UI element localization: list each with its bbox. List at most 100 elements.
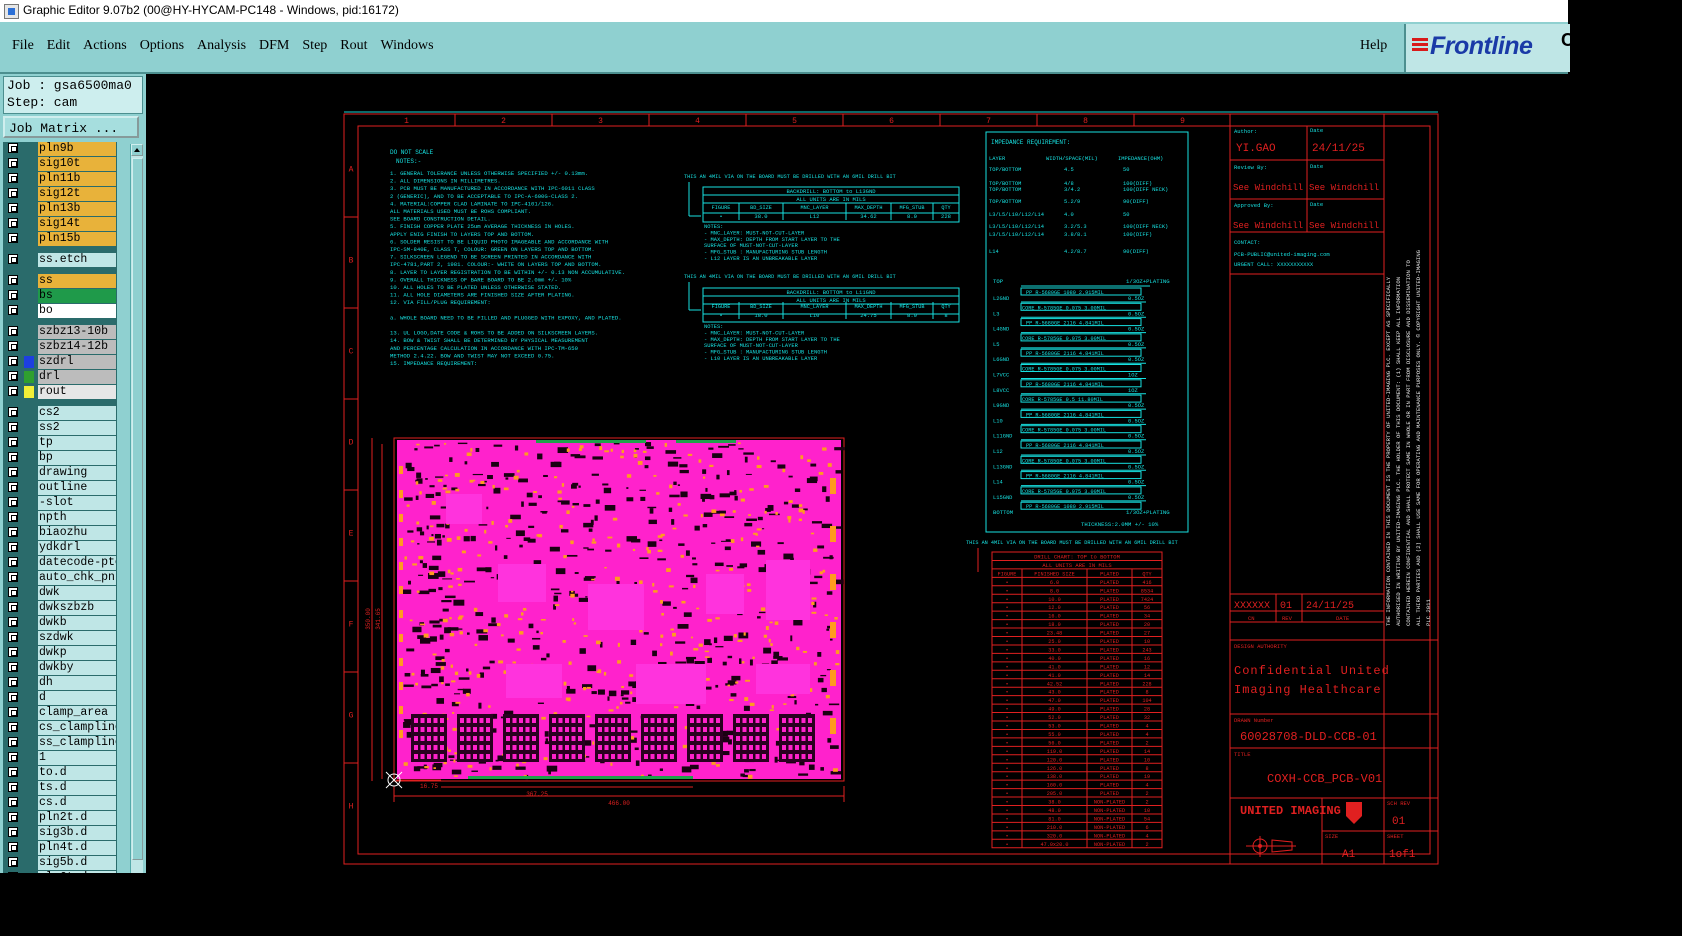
- layer-name[interactable]: -slot: [38, 496, 116, 510]
- layer-row[interactable]: to.d: [3, 766, 117, 780]
- layer-name[interactable]: to.d: [38, 766, 116, 780]
- layer-row[interactable]: sig10t: [3, 157, 117, 171]
- layer-row[interactable]: pln15b: [3, 232, 117, 246]
- layer-checkbox[interactable]: [8, 542, 18, 552]
- job-matrix-button[interactable]: Job Matrix ...: [3, 116, 139, 138]
- layer-name[interactable]: bp: [38, 451, 116, 465]
- layer-checkbox[interactable]: [8, 452, 18, 462]
- layer-name[interactable]: ss2: [38, 421, 116, 435]
- layer-name[interactable]: bo: [38, 304, 116, 318]
- layer-checkbox[interactable]: [8, 527, 18, 537]
- layer-row[interactable]: biaozhu: [3, 526, 117, 540]
- layer-row[interactable]: rout: [3, 385, 117, 399]
- layer-row[interactable]: ydkdrl: [3, 541, 117, 555]
- layer-name[interactable]: pln6t.d: [38, 871, 116, 873]
- layer-name[interactable]: szbz13-10b: [38, 325, 116, 339]
- layer-row[interactable]: pln11b: [3, 172, 117, 186]
- graphic-canvas[interactable]: 123456789 ABCDEFGH DO NOT SCALE NOTES:- …: [146, 74, 1568, 873]
- layer-name[interactable]: pln15b: [38, 232, 116, 246]
- layer-checkbox[interactable]: [8, 602, 18, 612]
- layer-name[interactable]: datecode-ptc: [38, 556, 116, 570]
- layer-name[interactable]: szdrl: [38, 355, 116, 369]
- layer-checkbox[interactable]: [8, 647, 18, 657]
- layer-name[interactable]: rout: [38, 385, 116, 399]
- layer-row[interactable]: bs: [3, 289, 117, 303]
- layer-checkbox[interactable]: [8, 482, 18, 492]
- layer-row[interactable]: pln4t.d: [3, 841, 117, 855]
- layer-checkbox[interactable]: [8, 275, 18, 285]
- layer-checkbox[interactable]: [8, 512, 18, 522]
- layer-checkbox[interactable]: [8, 290, 18, 300]
- layer-name[interactable]: drawing: [38, 466, 116, 480]
- layer-name[interactable]: pln2t.d: [38, 811, 116, 825]
- layer-row[interactable]: ss2: [3, 421, 117, 435]
- layer-row[interactable]: pln6t.d: [3, 871, 117, 873]
- window-title-bar[interactable]: Graphic Editor 9.07b2 (00@HY-HYCAM-PC148…: [0, 0, 1568, 23]
- layer-row[interactable]: ss_clampline: [3, 736, 117, 750]
- layer-checkbox[interactable]: [8, 497, 18, 507]
- layer-checkbox[interactable]: [8, 203, 18, 213]
- layer-row[interactable]: dwkszbzb: [3, 601, 117, 615]
- layer-row[interactable]: sig14t: [3, 217, 117, 231]
- layer-row[interactable]: npth: [3, 511, 117, 525]
- layer-checkbox[interactable]: [8, 356, 18, 366]
- layer-row[interactable]: sig5b.d: [3, 856, 117, 870]
- layer-row[interactable]: dwkby: [3, 661, 117, 675]
- layer-row[interactable]: drawing: [3, 466, 117, 480]
- layer-row[interactable]: tp: [3, 436, 117, 450]
- menu-windows[interactable]: Windows: [381, 38, 434, 54]
- layer-row[interactable]: cs2: [3, 406, 117, 420]
- layer-checkbox[interactable]: [8, 158, 18, 168]
- layer-name[interactable]: dwk: [38, 586, 116, 600]
- layer-checkbox[interactable]: [8, 662, 18, 672]
- layer-name[interactable]: sig14t: [38, 217, 116, 231]
- layer-row[interactable]: szdrl: [3, 355, 117, 369]
- layer-name[interactable]: dwkp: [38, 646, 116, 660]
- menu-file[interactable]: File: [12, 38, 34, 54]
- layer-row[interactable]: dwk: [3, 586, 117, 600]
- layer-name[interactable]: clamp_area: [38, 706, 116, 720]
- layer-name[interactable]: tp: [38, 436, 116, 450]
- layer-checkbox[interactable]: [8, 752, 18, 762]
- layer-checkbox[interactable]: [8, 407, 18, 417]
- layer-checkbox[interactable]: [8, 422, 18, 432]
- layer-name[interactable]: dwkb: [38, 616, 116, 630]
- layer-row[interactable]: dwkp: [3, 646, 117, 660]
- layer-name[interactable]: dwkby: [38, 661, 116, 675]
- menu-actions[interactable]: Actions: [83, 38, 127, 54]
- layer-checkbox[interactable]: [8, 692, 18, 702]
- layer-checkbox[interactable]: [8, 386, 18, 396]
- layer-name[interactable]: szbz14-12b: [38, 340, 116, 354]
- layer-name[interactable]: cs2: [38, 406, 116, 420]
- layer-checkbox[interactable]: [8, 632, 18, 642]
- layer-checkbox[interactable]: [8, 827, 18, 837]
- layer-row[interactable]: datecode-ptc: [3, 556, 117, 570]
- menu-options[interactable]: Options: [140, 38, 184, 54]
- layer-row[interactable]: pln2t.d: [3, 811, 117, 825]
- menu-rout[interactable]: Rout: [340, 38, 367, 54]
- layer-row[interactable]: szdwk: [3, 631, 117, 645]
- layer-checkbox[interactable]: [8, 572, 18, 582]
- layer-row[interactable]: szbz14-12b: [3, 340, 117, 354]
- layer-checkbox[interactable]: [8, 842, 18, 852]
- layer-name[interactable]: ts.d: [38, 781, 116, 795]
- layer-row[interactable]: pln13b: [3, 202, 117, 216]
- layer-name[interactable]: ss: [38, 274, 116, 288]
- layer-row[interactable]: outline: [3, 481, 117, 495]
- layer-checkbox[interactable]: [8, 707, 18, 717]
- layer-name[interactable]: d: [38, 691, 116, 705]
- scroll-thumb[interactable]: [132, 158, 143, 860]
- layer-checkbox[interactable]: [8, 326, 18, 336]
- layer-row[interactable]: dwkb: [3, 616, 117, 630]
- layer-checkbox[interactable]: [8, 437, 18, 447]
- layer-row[interactable]: ts.d: [3, 781, 117, 795]
- layer-row[interactable]: d: [3, 691, 117, 705]
- layer-name[interactable]: bs: [38, 289, 116, 303]
- menu-dfm[interactable]: DFM: [259, 38, 289, 54]
- layer-row[interactable]: bo: [3, 304, 117, 318]
- layer-checkbox[interactable]: [8, 173, 18, 183]
- layer-name[interactable]: pln4t.d: [38, 841, 116, 855]
- layer-checkbox[interactable]: [8, 587, 18, 597]
- layer-name[interactable]: pln11b: [38, 172, 116, 186]
- layer-name[interactable]: 1: [38, 751, 116, 765]
